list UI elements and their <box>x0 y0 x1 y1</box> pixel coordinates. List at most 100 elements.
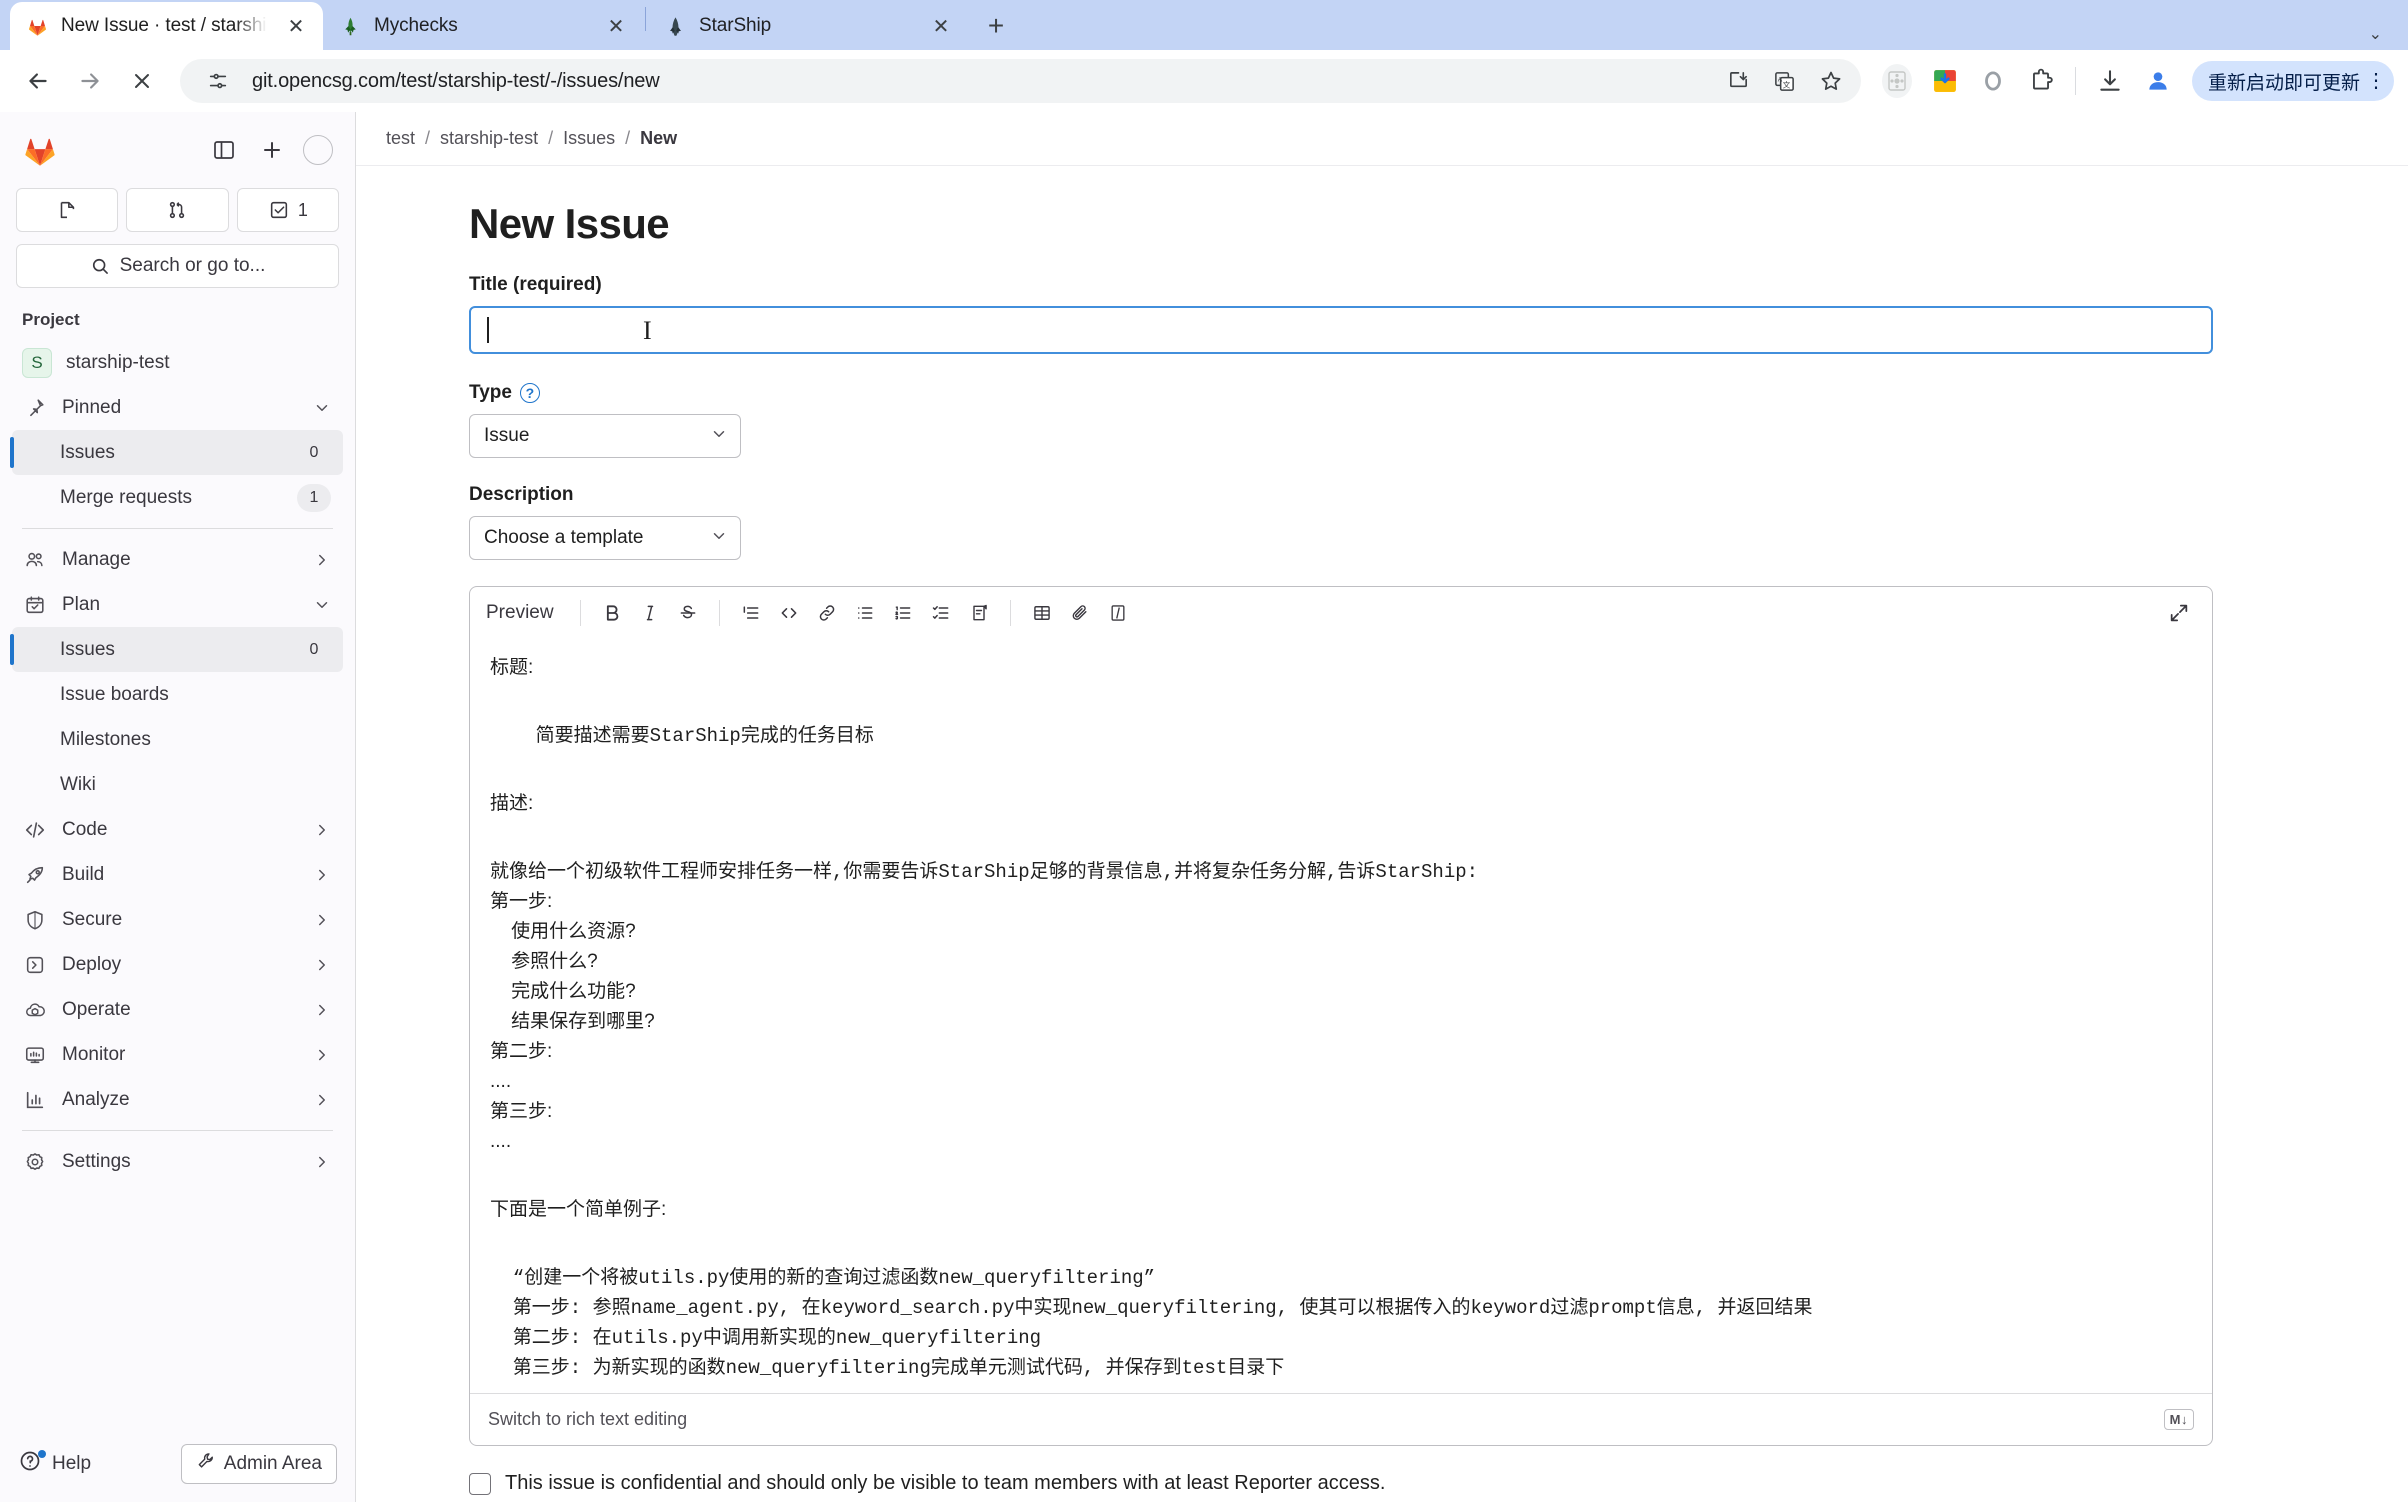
md-line: 第一步: 参照name_agent.py, 在keyword_search.py… <box>490 1297 1813 1319</box>
close-icon[interactable]: ✕ <box>928 13 954 39</box>
extension-grid-icon[interactable] <box>1875 59 1919 103</box>
sidebar-item-merge-requests[interactable]: Merge requests 1 <box>12 475 343 520</box>
sidebar-item-build[interactable]: Build <box>12 852 343 897</box>
sidebar-item-issue-boards[interactable]: Issue boards <box>12 672 343 717</box>
preview-button[interactable]: Preview <box>486 602 568 624</box>
browser-tab-1[interactable]: Mychecks ✕ <box>323 2 643 50</box>
address-bar[interactable]: git.opencsg.com/test/starship-test/-/iss… <box>180 59 1861 103</box>
fullscreen-expand-icon[interactable] <box>2160 594 2198 632</box>
breadcrumb-item-project[interactable]: starship-test <box>440 128 538 149</box>
help-button[interactable]: Help <box>18 1449 91 1479</box>
attachment-icon[interactable] <box>1061 594 1099 632</box>
merge-requests-quick-button[interactable] <box>126 188 229 232</box>
sidebar-item-issues[interactable]: Issues 0 <box>10 627 343 672</box>
back-button[interactable] <box>14 57 62 105</box>
confidential-row[interactable]: This issue is confidential and should on… <box>469 1472 2209 1495</box>
forward-button[interactable] <box>66 57 114 105</box>
confidential-checkbox[interactable] <box>469 1472 491 1495</box>
markdown-badge[interactable]: M↓ <box>2163 1409 2194 1430</box>
strikethrough-icon[interactable] <box>669 594 707 632</box>
table-icon[interactable] <box>1023 594 1061 632</box>
bold-icon[interactable] <box>593 594 631 632</box>
kebab-menu-icon[interactable]: ⋮ <box>2366 71 2386 91</box>
extensions-puzzle-icon[interactable] <box>2019 59 2063 103</box>
description-textarea[interactable]: 标题: 简要描述需要StarShip完成的任务目标 描述: 就像给一个初级软件工… <box>470 639 2212 1393</box>
gitlab-logo[interactable] <box>22 132 58 168</box>
todos-quick-button[interactable]: 1 <box>236 188 339 232</box>
shield-icon <box>22 909 48 931</box>
chevron-right-icon[interactable] <box>313 1046 331 1064</box>
install-app-icon[interactable] <box>1719 61 1759 101</box>
profile-avatar-icon[interactable] <box>2136 59 2180 103</box>
stop-loading-button[interactable] <box>118 57 166 105</box>
browser-toolbar: git.opencsg.com/test/starship-test/-/iss… <box>0 50 2408 112</box>
sidebar-item-plan[interactable]: Plan <box>12 582 343 627</box>
colorful-extension-icon[interactable] <box>1923 59 1967 103</box>
chevron-right-icon[interactable] <box>313 956 331 974</box>
browser-tab-2[interactable]: StarShip ✕ <box>648 2 968 50</box>
search-input[interactable]: Search or go to... <box>16 244 339 288</box>
update-button[interactable]: 重新启动即可更新 ⋮ <box>2191 61 2394 101</box>
sidebar-item-secure[interactable]: Secure <box>12 897 343 942</box>
sidebar-item-code[interactable]: Code <box>12 807 343 852</box>
sidebar-item-pinned[interactable]: Pinned <box>12 385 343 430</box>
chevron-right-icon[interactable] <box>313 1001 331 1019</box>
issues-quick-button[interactable] <box>16 188 119 232</box>
chevron-down-icon[interactable] <box>313 596 331 614</box>
sidebar-item-milestones[interactable]: Milestones <box>12 717 343 762</box>
admin-area-button[interactable]: Admin Area <box>180 1444 337 1484</box>
breadcrumb-item-issues[interactable]: Issues <box>563 128 615 149</box>
md-line: 使用什么资源? <box>490 921 636 942</box>
sidebar-item-deploy[interactable]: Deploy <box>12 942 343 987</box>
chevron-down-icon[interactable] <box>313 399 331 417</box>
new-tab-button[interactable]: + <box>976 6 1016 46</box>
numbered-list-icon[interactable] <box>884 594 922 632</box>
tab-divider <box>645 7 646 31</box>
user-avatar[interactable] <box>303 135 333 165</box>
close-icon[interactable]: ✕ <box>603 13 629 39</box>
italic-icon[interactable] <box>631 594 669 632</box>
chevron-right-icon[interactable] <box>313 821 331 839</box>
bullet-list-icon[interactable] <box>846 594 884 632</box>
issue-title-input[interactable]: I <box>469 306 2213 354</box>
switch-to-rich-text-button[interactable]: Switch to rich text editing <box>488 1409 687 1430</box>
chevron-right-icon[interactable] <box>313 1153 331 1171</box>
translate-icon[interactable]: 文A <box>1765 61 1805 101</box>
link-icon[interactable] <box>808 594 846 632</box>
checklist-icon[interactable] <box>922 594 960 632</box>
issue-type-select[interactable]: Issue <box>469 414 741 458</box>
circle-extension-icon[interactable] <box>1971 59 2015 103</box>
site-settings-icon[interactable] <box>198 61 238 101</box>
sidebar-item-operate[interactable]: Operate <box>12 987 343 1032</box>
chevron-right-icon[interactable] <box>313 866 331 884</box>
browser-tab-0[interactable]: New Issue · test / starship-te ✕ <box>10 2 323 50</box>
sidebar-collapse-icon[interactable] <box>207 133 241 167</box>
md-line <box>490 1157 2192 1195</box>
chevron-right-icon[interactable] <box>313 1091 331 1109</box>
sidebar-item-project[interactable]: S starship-test <box>12 340 343 385</box>
chevron-right-icon[interactable] <box>313 911 331 929</box>
sidebar-item-analyze[interactable]: Analyze <box>12 1077 343 1122</box>
code-icon[interactable] <box>770 594 808 632</box>
description-template-select[interactable]: Choose a template <box>469 516 741 560</box>
md-line: 标题: <box>490 657 534 678</box>
sidebar-item-label: Monitor <box>62 1043 126 1065</box>
sidebar-item-settings[interactable]: Settings <box>12 1139 343 1184</box>
sidebar-top: 1 Search or go to... <box>0 112 355 288</box>
star-icon[interactable] <box>1811 61 1851 101</box>
sidebar-item-wiki[interactable]: Wiki <box>12 762 343 807</box>
download-icon[interactable] <box>2088 59 2132 103</box>
breadcrumb-item-group[interactable]: test <box>386 128 415 149</box>
plus-icon[interactable] <box>255 133 289 167</box>
md-line <box>490 819 2192 857</box>
collapsible-section-icon[interactable] <box>1099 594 1137 632</box>
sidebar-item-pinned-issues[interactable]: Issues 0 <box>10 430 343 475</box>
chevron-down-icon[interactable]: ⌄ <box>2355 24 2396 44</box>
blockquote-icon[interactable] <box>960 594 998 632</box>
sidebar-item-monitor[interactable]: Monitor <box>12 1032 343 1077</box>
sidebar-item-manage[interactable]: Manage <box>12 537 343 582</box>
close-icon[interactable]: ✕ <box>283 13 309 39</box>
indent-list-icon[interactable] <box>732 594 770 632</box>
chevron-right-icon[interactable] <box>313 551 331 569</box>
question-mark-icon[interactable]: ? <box>519 383 540 403</box>
